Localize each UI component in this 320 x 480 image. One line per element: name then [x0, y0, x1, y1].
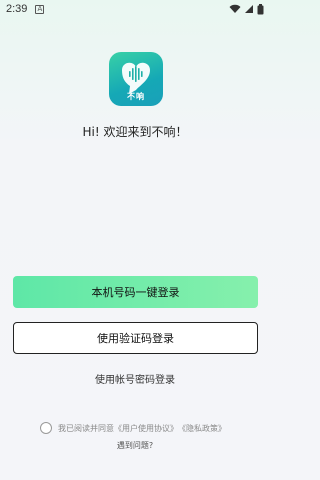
one-click-login-label: 本机号码一键登录: [91, 286, 180, 299]
password-login-link[interactable]: 使用帐号密码登录: [0, 371, 270, 386]
logo-caption: 不响: [127, 92, 145, 101]
agreement-prefix: 我已阅读并同意: [58, 423, 114, 433]
privacy-policy-link[interactable]: 《隐私政策》: [178, 423, 226, 434]
welcome-title: Hi! 欢迎来到不响！: [82, 125, 188, 139]
help-link[interactable]: 遇到问题?: [0, 440, 270, 451]
status-icons: [229, 3, 264, 15]
one-click-login-button[interactable]: 本机号码一键登录: [13, 276, 258, 308]
sms-code-login-label: 使用验证码登录: [97, 332, 174, 345]
wifi-icon: [229, 4, 241, 13]
status-bar: 2:39 A: [0, 0, 270, 18]
agreement-row: 我已阅读并同意 《用户使用协议》 《隐私政策》: [40, 422, 226, 434]
sms-code-login-button[interactable]: 使用验证码登录: [13, 322, 258, 354]
signal-icon: [245, 5, 253, 13]
agreement-checkbox[interactable]: [40, 422, 52, 434]
notification-a-icon: A: [35, 4, 45, 14]
status-time: 2:39: [6, 3, 28, 15]
battery-icon: [257, 3, 264, 14]
app-logo: 不响: [109, 52, 163, 106]
user-agreement-link[interactable]: 《用户使用协议》: [114, 423, 178, 434]
